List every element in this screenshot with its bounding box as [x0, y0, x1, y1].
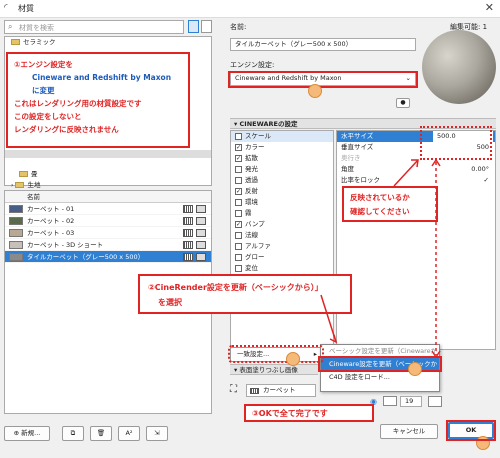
arrow-line	[393, 159, 419, 187]
arrow-line	[320, 294, 337, 343]
arrow-head	[329, 334, 338, 344]
annotation-arrows	[320, 158, 441, 359]
